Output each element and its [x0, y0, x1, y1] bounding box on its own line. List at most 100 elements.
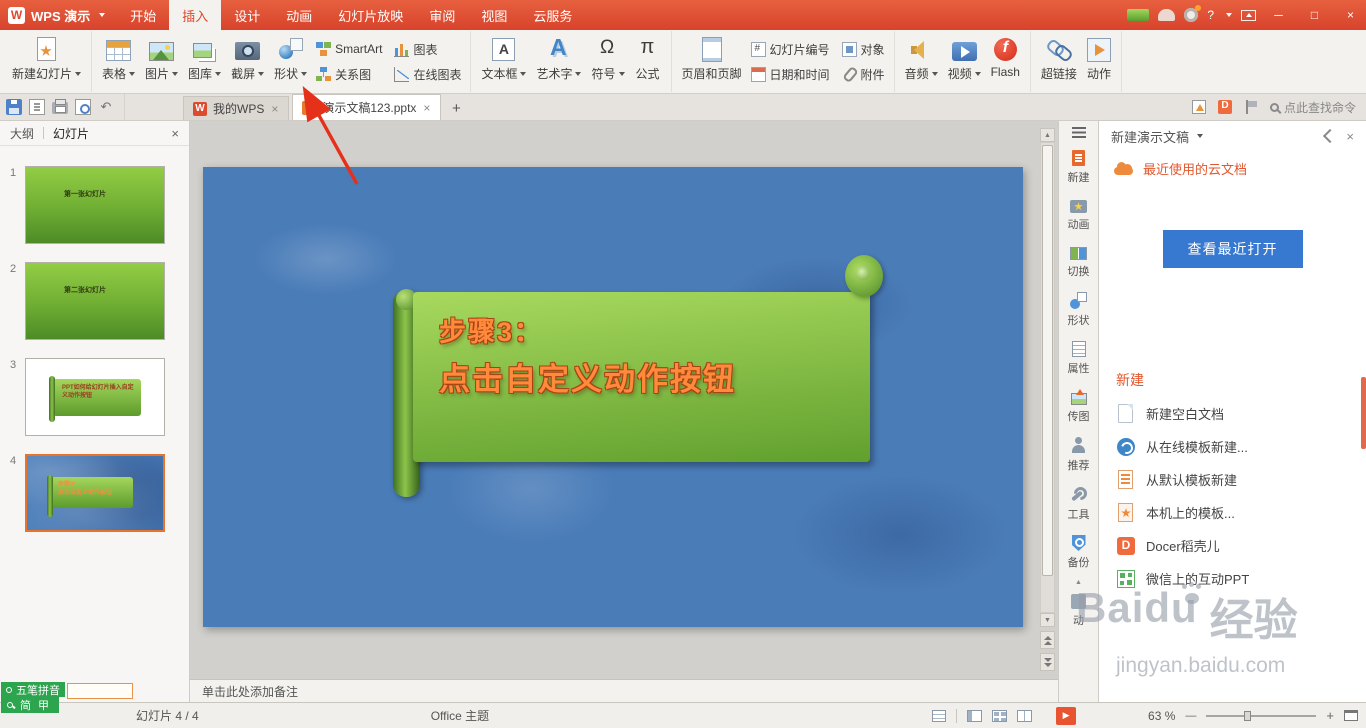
- thumb-canvas-1[interactable]: 第一张幻灯片: [25, 166, 165, 244]
- sidebar-item-backup[interactable]: 备份: [1059, 529, 1098, 577]
- chevron-down-icon[interactable]: [1197, 134, 1204, 138]
- wordart-button[interactable]: 艺术字: [531, 32, 586, 91]
- member-promo-icon[interactable]: [1127, 9, 1150, 21]
- print-preview-icon[interactable]: [75, 99, 91, 115]
- new-tab-button[interactable]: +: [444, 96, 468, 120]
- tab-close-icon[interactable]: ×: [422, 101, 431, 115]
- current-slide[interactable]: 步骤3： 点击自定义动作按钮: [203, 167, 1023, 627]
- tab-my-wps[interactable]: 我的WPS ×: [183, 96, 290, 120]
- slide-thumbnail-4-selected[interactable]: 4 步骤3： 点击自定义动作按钮: [10, 454, 189, 532]
- gallery-button[interactable]: 图库: [183, 32, 226, 91]
- textbox-button[interactable]: 文本框: [476, 32, 531, 91]
- settings-gear-icon[interactable]: [1184, 5, 1202, 22]
- sidebar-item-recommend[interactable]: 推荐: [1059, 431, 1098, 480]
- slide-sorter-view-icon[interactable]: [992, 709, 1008, 722]
- sidebar-item-new[interactable]: 新建: [1059, 144, 1098, 192]
- chart-button[interactable]: 图表: [390, 40, 465, 59]
- item-wechat-interactive-ppt[interactable]: 微信上的互动PPT: [1099, 562, 1366, 595]
- menu-tab-insert[interactable]: 插入: [169, 0, 222, 30]
- relation-chart-button[interactable]: 关系图: [312, 65, 386, 84]
- symbol-button[interactable]: 符号: [586, 32, 629, 91]
- menu-tab-home[interactable]: 开始: [117, 0, 169, 30]
- sidebar-scroll-up-icon[interactable]: ▲: [1075, 577, 1082, 588]
- zoom-out-button[interactable]: —: [1185, 710, 1196, 722]
- menu-tab-view[interactable]: 视图: [468, 0, 520, 30]
- scrollbar-thumb[interactable]: [1042, 145, 1053, 577]
- date-time-button[interactable]: 日期和时间: [747, 65, 834, 84]
- menu-tab-review[interactable]: 审阅: [416, 0, 468, 30]
- pane-scrollbar-thumb[interactable]: [1361, 377, 1366, 449]
- ime-mode-row[interactable]: 简 甲: [1, 697, 59, 713]
- shape-button[interactable]: 形状: [269, 32, 312, 91]
- help-caret-icon[interactable]: [1226, 13, 1232, 17]
- ime-name-row[interactable]: 五笔拼音: [1, 682, 65, 697]
- undo-icon[interactable]: ↶: [98, 99, 114, 115]
- theme-name[interactable]: Office 主题: [431, 707, 489, 724]
- notes-bar[interactable]: 单击此处添加备注: [190, 679, 1058, 702]
- sidebar-item-properties[interactable]: 属性: [1059, 335, 1098, 383]
- formula-button[interactable]: 公式: [630, 32, 666, 91]
- thumb-canvas-2[interactable]: 第二张幻灯片: [25, 262, 165, 340]
- tab-slides[interactable]: 幻灯片: [53, 125, 89, 142]
- view-recent-button[interactable]: 查看最近打开: [1162, 230, 1303, 268]
- app-logo-menu[interactable]: WPS 演示: [0, 0, 117, 30]
- close-button[interactable]: ×: [1337, 0, 1364, 30]
- scroll-down-button[interactable]: ▼: [1040, 613, 1055, 627]
- hyperlink-button[interactable]: 超链接: [1036, 32, 1082, 91]
- fit-window-icon[interactable]: [1344, 710, 1358, 721]
- reading-view-icon[interactable]: [1017, 709, 1033, 722]
- next-slide-button[interactable]: [1040, 653, 1055, 671]
- share-icon[interactable]: [1191, 100, 1206, 114]
- flash-button[interactable]: Flash: [986, 32, 1025, 91]
- slide-thumbnail-3[interactable]: 3 PPT如何给幻灯片插入自定义动作按钮: [10, 358, 189, 436]
- recent-cloud-docs[interactable]: 最近使用的云文档: [1099, 151, 1366, 186]
- report-flag-icon[interactable]: [1244, 100, 1258, 114]
- tab-close-icon[interactable]: ×: [270, 102, 279, 116]
- slide-number-button[interactable]: 幻灯片编号: [747, 40, 834, 59]
- pane-expand-icon[interactable]: [1323, 128, 1338, 144]
- sidebar-item-tools[interactable]: 工具: [1059, 480, 1098, 529]
- sidebar-item-partial[interactable]: 动: [1059, 588, 1098, 635]
- canvas-scrollbar[interactable]: ▲ ▼: [1040, 128, 1055, 671]
- docer-icon[interactable]: [1217, 100, 1232, 114]
- minimize-button[interactable]: ─: [1265, 0, 1292, 30]
- ime-mode-simplified[interactable]: 简: [20, 697, 31, 713]
- smartart-button[interactable]: SmartArt: [312, 40, 386, 59]
- sidebar-item-transition[interactable]: 切换: [1059, 239, 1098, 286]
- previous-slide-button[interactable]: [1040, 631, 1055, 649]
- tab-outline[interactable]: 大纲: [10, 125, 34, 142]
- item-docer[interactable]: Docer稻壳儿: [1099, 529, 1366, 562]
- menu-tab-design[interactable]: 设计: [221, 0, 273, 30]
- normal-view-icon[interactable]: [967, 709, 983, 722]
- thumb-canvas-3[interactable]: PPT如何给幻灯片插入自定义动作按钮: [25, 358, 165, 436]
- zoom-level[interactable]: 63 %: [1148, 709, 1175, 723]
- print-icon[interactable]: [52, 99, 68, 114]
- picture-button[interactable]: 图片: [140, 32, 183, 91]
- item-new-from-default-template[interactable]: 从默认模板新建: [1099, 463, 1366, 496]
- online-chart-button[interactable]: 在线图表: [390, 65, 465, 84]
- export-icon[interactable]: [29, 99, 45, 115]
- attachment-button[interactable]: 附件: [838, 65, 889, 84]
- scroll-up-button[interactable]: ▲: [1040, 128, 1055, 142]
- screenshot-button[interactable]: 截屏: [226, 32, 269, 91]
- table-button[interactable]: 表格: [97, 32, 140, 91]
- object-button[interactable]: 对象: [838, 40, 889, 59]
- new-slide-button[interactable]: 新建幻灯片: [7, 32, 86, 91]
- menu-tab-slideshow[interactable]: 幻灯片放映: [325, 0, 416, 30]
- help-icon[interactable]: ?: [1207, 8, 1214, 22]
- slide-text[interactable]: 步骤3： 点击自定义动作按钮: [439, 310, 736, 406]
- menu-tab-animation[interactable]: 动画: [273, 0, 325, 30]
- task-pane-title[interactable]: 新建演示文稿: [1111, 127, 1189, 146]
- panel-close-icon[interactable]: ×: [171, 126, 179, 141]
- sidebar-menu-icon[interactable]: [1071, 127, 1086, 138]
- play-slideshow-button[interactable]: ▶: [1056, 706, 1077, 725]
- action-button[interactable]: 动作: [1082, 32, 1116, 91]
- menu-tab-cloud[interactable]: 云服务: [520, 0, 585, 30]
- command-search[interactable]: 点此查找命令: [1269, 99, 1356, 116]
- ime-mode-2[interactable]: 甲: [38, 697, 49, 713]
- skin-icon[interactable]: [1158, 9, 1176, 21]
- sidebar-item-animation[interactable]: 动画: [1059, 192, 1098, 239]
- sidebar-item-upload-image[interactable]: 传图: [1059, 383, 1098, 431]
- slide-thumbnail-1[interactable]: 1 第一张幻灯片: [10, 166, 189, 244]
- item-local-templates[interactable]: 本机上的模板...: [1099, 496, 1366, 529]
